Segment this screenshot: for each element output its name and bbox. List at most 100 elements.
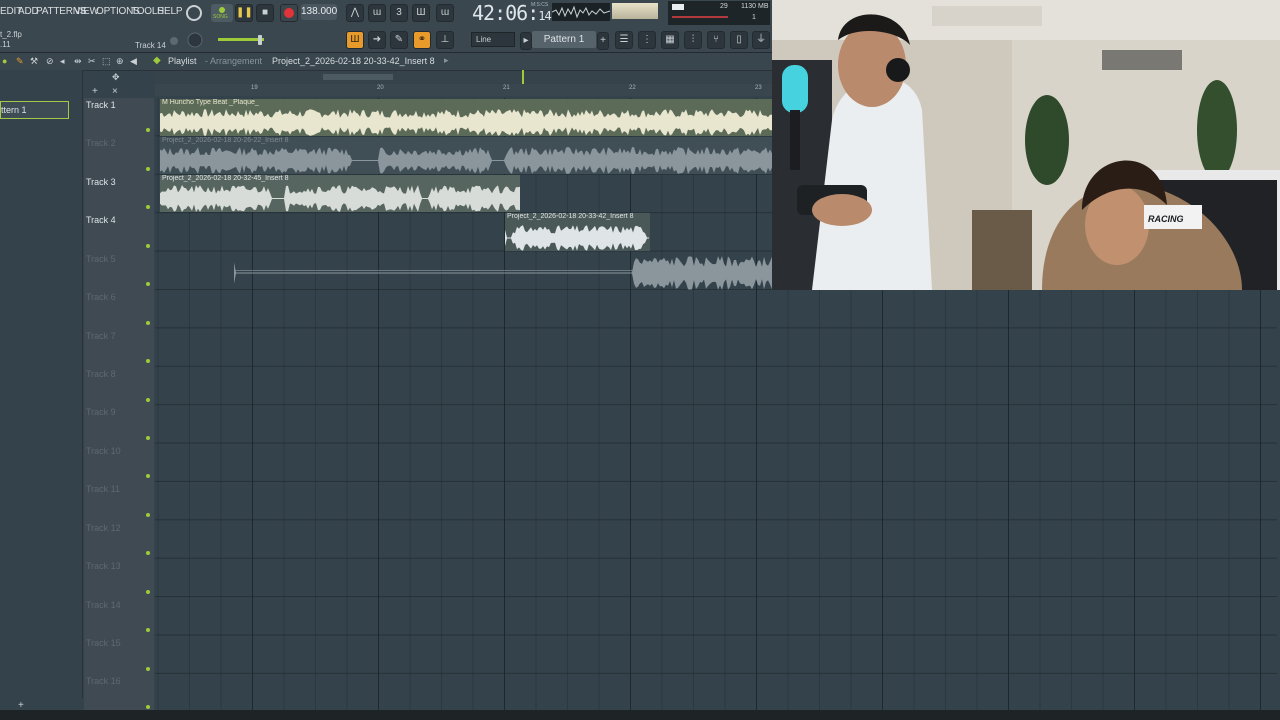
peak-meter bbox=[612, 3, 658, 19]
track-mute-led[interactable] bbox=[146, 128, 150, 132]
mute-tool-icon[interactable]: ◂ bbox=[60, 56, 65, 67]
plugin-button[interactable]: ⏚ bbox=[752, 31, 770, 49]
master-pitch-knob-icon[interactable] bbox=[184, 3, 204, 23]
track-header-9[interactable]: Track 9 bbox=[86, 407, 152, 417]
delete-tool-icon[interactable]: ⊘ bbox=[46, 56, 54, 67]
track-header-2[interactable]: Track 2 bbox=[86, 138, 152, 148]
channel-rack-button[interactable]: ⋮ bbox=[638, 31, 656, 49]
audio-clip-track-5[interactable] bbox=[234, 252, 772, 290]
master-volume-handle[interactable] bbox=[258, 35, 262, 45]
pencil-tool-icon[interactable]: ✎ bbox=[16, 56, 24, 67]
track-mute-led[interactable] bbox=[146, 167, 150, 171]
pencil-tool-button[interactable]: ✎ bbox=[390, 31, 408, 49]
polyphony-value: 1 bbox=[752, 14, 756, 21]
close-icon[interactable]: × bbox=[112, 86, 118, 97]
track-header-16[interactable]: Track 16 bbox=[86, 676, 152, 686]
select-tool-icon[interactable]: ⬚ bbox=[102, 56, 111, 67]
track-header-10[interactable]: Track 10 bbox=[86, 446, 152, 456]
pattern-picker-panel bbox=[0, 70, 83, 698]
track-mute-led[interactable] bbox=[146, 205, 150, 209]
track-mute-led[interactable] bbox=[146, 590, 150, 594]
add-pattern-button[interactable]: + bbox=[597, 32, 609, 50]
countdown-button[interactable]: 3 bbox=[390, 4, 408, 22]
timeline-ruler[interactable]: 19 20 21 22 23 bbox=[155, 84, 772, 96]
track-header-1[interactable]: Track 1 bbox=[86, 100, 152, 110]
wait-input-button[interactable]: ɯ bbox=[368, 4, 386, 22]
track-header-15[interactable]: Track 15 bbox=[86, 638, 152, 648]
track-header-14[interactable]: Track 14 bbox=[86, 600, 152, 610]
track-header-12[interactable]: Track 12 bbox=[86, 523, 152, 533]
picker-selected-pattern[interactable]: ttern 1 bbox=[0, 101, 69, 119]
slip-tool-icon[interactable]: ⇹ bbox=[74, 56, 82, 67]
audio-clip-track-4[interactable]: Project_2_2026-02-18 20-33-42_Insert 8 bbox=[505, 213, 650, 251]
track-header-7[interactable]: Track 7 bbox=[86, 331, 152, 341]
mixer-button[interactable]: ⫶ bbox=[684, 31, 702, 49]
dock-icon[interactable]: ● bbox=[2, 56, 7, 66]
main-toolbar: EDIT ADD PATTERNS VIEW OPTIONS TOOLS HEL… bbox=[0, 0, 772, 53]
track-header-8[interactable]: Track 8 bbox=[86, 369, 152, 379]
step-edit-button[interactable]: Ш bbox=[412, 4, 430, 22]
stop-button[interactable]: ■ bbox=[256, 4, 274, 22]
playlist-overview-scrollbar[interactable] bbox=[155, 71, 772, 83]
move-icon[interactable]: ✥ bbox=[112, 72, 120, 83]
stamp-button[interactable]: ⊥ bbox=[436, 31, 454, 49]
record-button[interactable] bbox=[280, 4, 298, 22]
playlist-arrangement[interactable]: - Arrangement bbox=[205, 56, 262, 66]
master-volume-knob-icon[interactable] bbox=[186, 31, 204, 49]
settings-gear-icon[interactable] bbox=[168, 35, 180, 47]
track-mute-led[interactable] bbox=[146, 359, 150, 363]
track-mute-led[interactable] bbox=[146, 628, 150, 632]
chair-brand-label: RACING bbox=[1148, 214, 1184, 224]
webcam-overlay: RACING bbox=[772, 0, 1280, 290]
arrow-tool-button[interactable]: ➜ bbox=[368, 31, 386, 49]
song-mode-toggle[interactable]: SONG bbox=[211, 4, 233, 22]
mixer-grid-button[interactable]: ▦ bbox=[661, 31, 679, 49]
audio-clip-track-2[interactable]: Project_2_2026-02-18 20-26-22_Insert 8 bbox=[160, 137, 772, 174]
zoom-tool-icon[interactable]: ⊕ bbox=[116, 56, 124, 67]
wait-icon: ɯ bbox=[372, 7, 382, 18]
tempo-display[interactable]: 138.000 bbox=[301, 4, 337, 20]
playlist-button[interactable]: ☰ bbox=[615, 31, 633, 49]
playback-tool-icon[interactable]: ◀ bbox=[130, 56, 137, 67]
add-track-icon[interactable]: + bbox=[92, 86, 98, 97]
track-header-5[interactable]: Track 5 bbox=[86, 254, 152, 264]
track-mute-led[interactable] bbox=[146, 474, 150, 478]
track-mute-led[interactable] bbox=[146, 667, 150, 671]
track-mute-led[interactable] bbox=[146, 398, 150, 402]
metronome-button[interactable]: ⋀ bbox=[346, 4, 364, 22]
grid-icon: ▦ bbox=[665, 34, 675, 45]
track-header-11[interactable]: Track 11 bbox=[86, 484, 152, 494]
link-button[interactable]: ⚭ bbox=[413, 31, 431, 49]
scrollbar-thumb[interactable] bbox=[323, 74, 393, 80]
snap-selector[interactable]: Line bbox=[471, 32, 515, 47]
track-mute-led[interactable] bbox=[146, 244, 150, 248]
bottom-strip bbox=[0, 710, 1280, 720]
piano-roll-button[interactable]: Ш bbox=[346, 31, 364, 49]
audio-clip-track-3[interactable]: Project_2_2026-02-18 20-32-45_Insert 8 bbox=[160, 175, 520, 212]
track-mute-led[interactable] bbox=[146, 282, 150, 286]
track-mute-led[interactable] bbox=[146, 551, 150, 555]
track-header-4[interactable]: Track 4 bbox=[86, 215, 152, 225]
audio-clip-track-1[interactable]: M Huncho Type Beat _Plaque_ bbox=[160, 99, 772, 136]
chevron-right-icon: ▸ bbox=[523, 35, 529, 46]
paint-tool-icon[interactable]: ⚒ bbox=[30, 56, 38, 67]
track-header-6[interactable]: Track 6 bbox=[86, 292, 152, 302]
pattern-selector[interactable]: Pattern 1 bbox=[532, 31, 596, 48]
playlist-clip-name: Project_2_2026-02-18 20-33-42_Insert 8 bbox=[272, 56, 435, 66]
plus-icon: + bbox=[600, 35, 606, 46]
track-mute-led[interactable] bbox=[146, 705, 150, 709]
pattern-prev-button[interactable]: ▸ bbox=[520, 32, 532, 50]
project-info-button[interactable]: ▯ bbox=[730, 31, 748, 49]
menu-help[interactable]: HELP bbox=[157, 6, 183, 17]
loop-record-button[interactable]: ɯ bbox=[436, 4, 454, 22]
slice-tool-icon[interactable]: ✂ bbox=[88, 56, 96, 67]
track-header-3[interactable]: Track 3 bbox=[86, 177, 152, 187]
track-header-13[interactable]: Track 13 bbox=[86, 561, 152, 571]
track-mute-led[interactable] bbox=[146, 436, 150, 440]
playhead-marker[interactable] bbox=[522, 70, 524, 84]
track-mute-led[interactable] bbox=[146, 321, 150, 325]
browser-button[interactable]: ⑂ bbox=[707, 31, 725, 49]
ruler-bar-20: 20 bbox=[377, 85, 384, 91]
play-pause-button[interactable]: ❚❚ bbox=[235, 4, 253, 22]
track-mute-led[interactable] bbox=[146, 513, 150, 517]
